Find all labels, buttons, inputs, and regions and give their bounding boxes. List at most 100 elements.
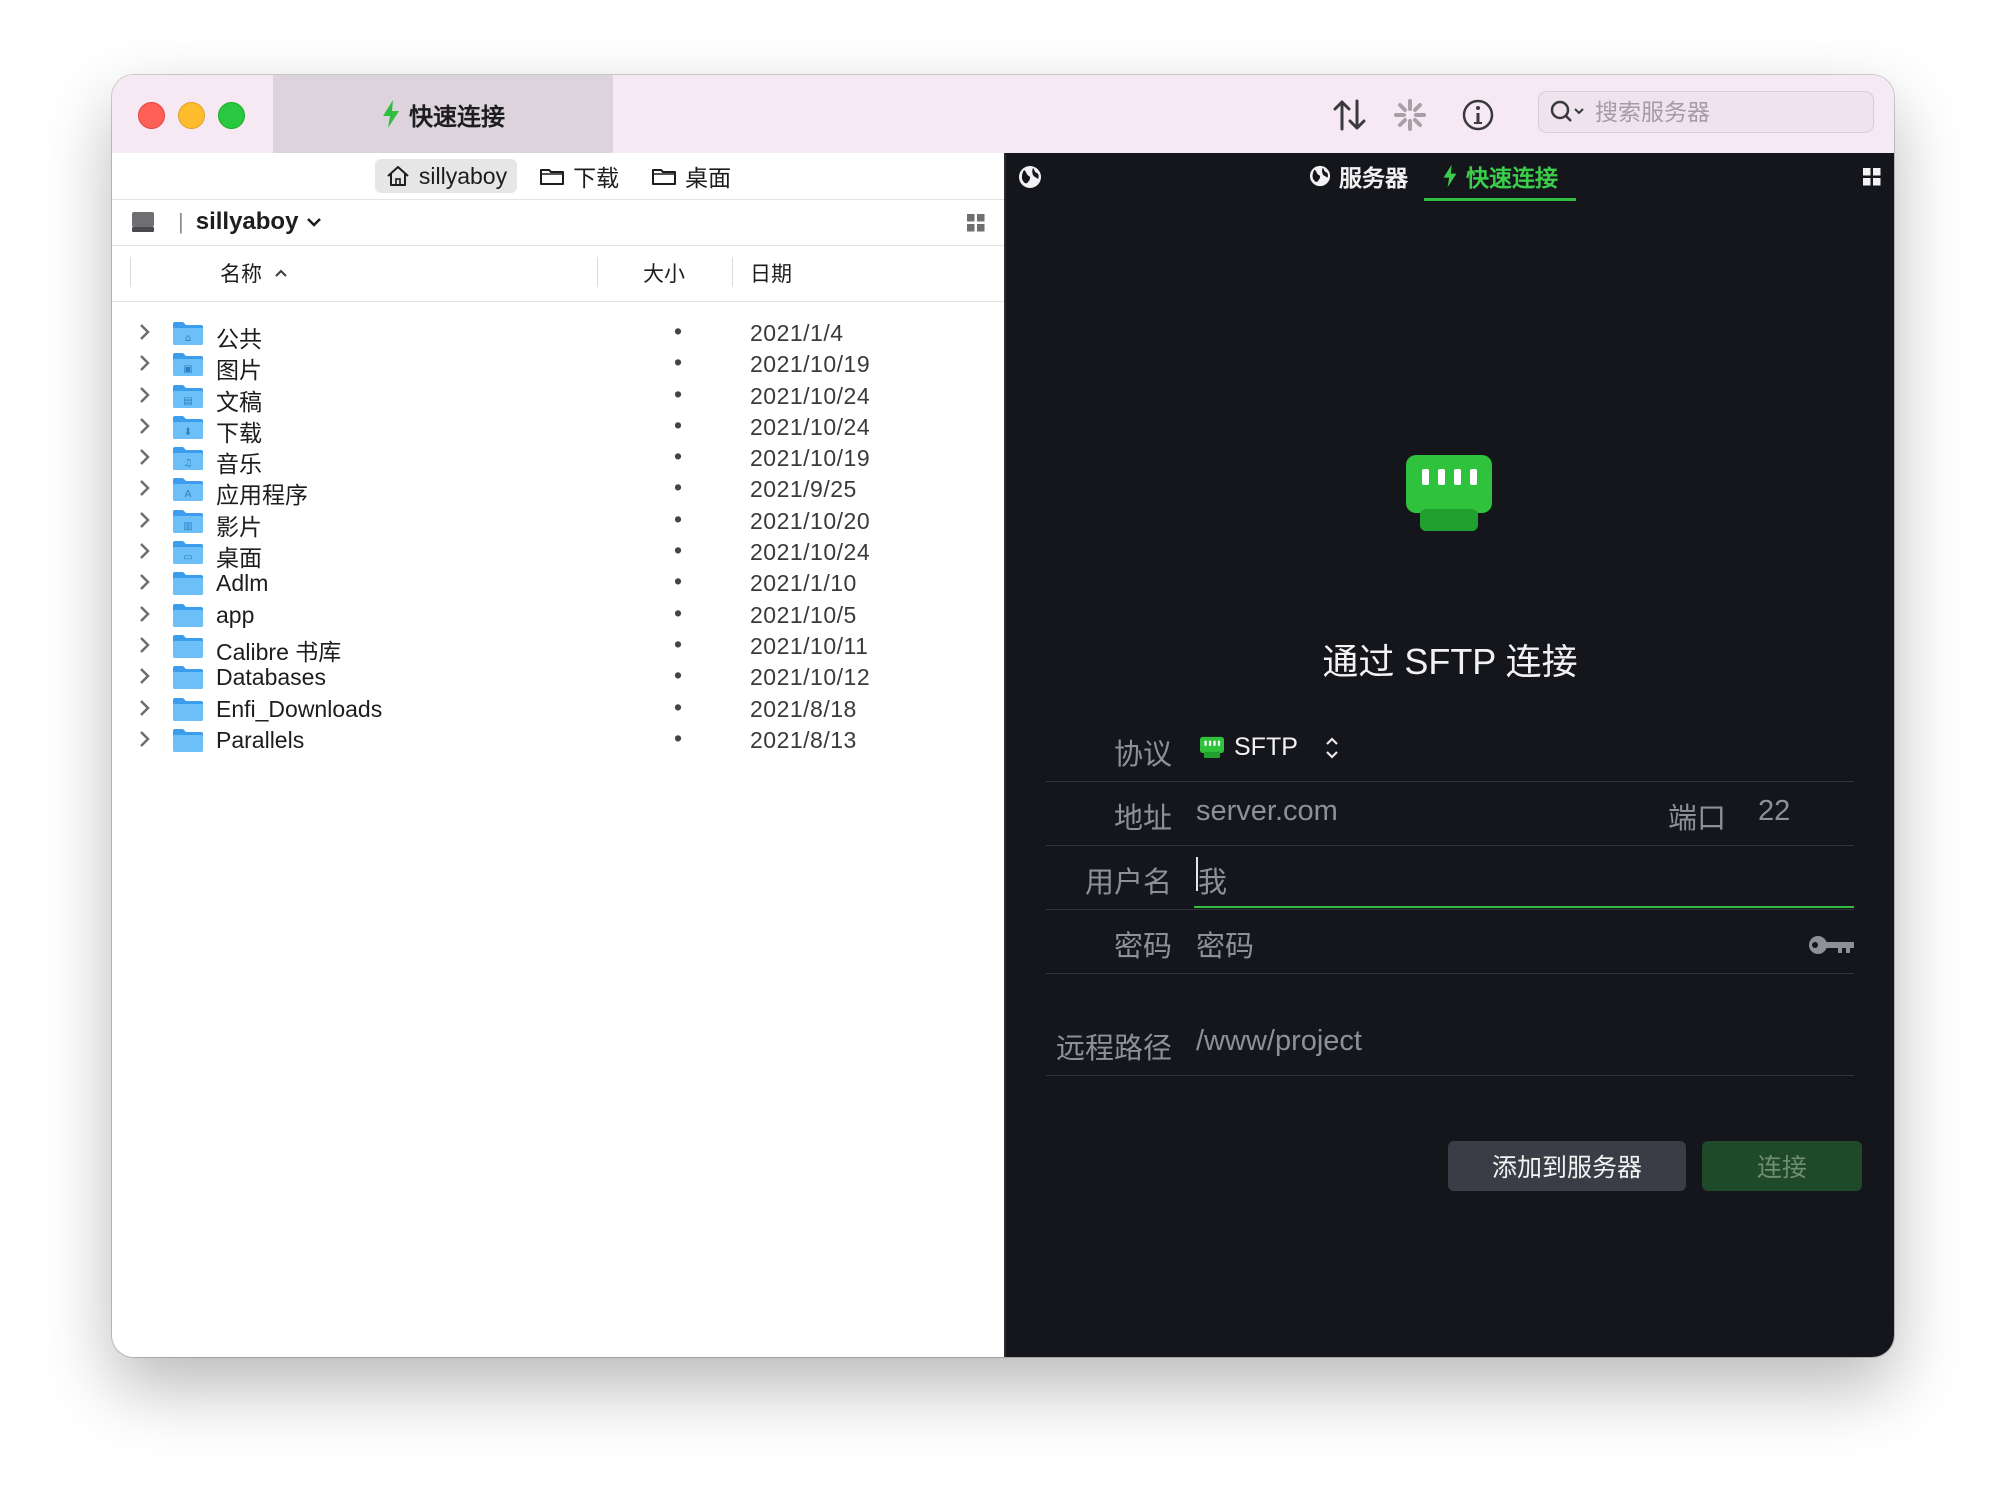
- chevron-right-icon[interactable]: [138, 415, 152, 437]
- svg-text:⬇: ⬇: [184, 427, 192, 438]
- chevron-right-icon[interactable]: [138, 321, 152, 343]
- tab-quick-connect-right[interactable]: 快速连接: [1424, 153, 1576, 201]
- username-row: 用户名 我: [1046, 845, 1854, 910]
- username-input[interactable]: 我: [1194, 845, 1854, 908]
- globe-icon[interactable]: [1018, 165, 1042, 189]
- folder-icon: ▤: [173, 384, 203, 408]
- folder-icon: [173, 666, 203, 690]
- column-separator: [732, 257, 733, 287]
- chevron-right-icon[interactable]: [138, 571, 152, 593]
- svg-text:▥: ▥: [183, 521, 192, 532]
- chevron-right-icon[interactable]: [138, 697, 152, 719]
- home-icon: [387, 166, 409, 186]
- folder-icon: ▭: [173, 541, 203, 565]
- remote-path-row: 远程路径 /www/project: [1046, 993, 1854, 1076]
- protocol-select[interactable]: SFTP: [1200, 733, 1340, 762]
- file-row[interactable]: Enfi_Downloads • 2021/8/18: [112, 689, 1004, 722]
- breadcrumb-desktop[interactable]: 桌面: [641, 159, 741, 193]
- svg-text:▣: ▣: [183, 364, 192, 375]
- tab-servers[interactable]: 服务器: [1309, 153, 1408, 199]
- column-date[interactable]: 日期: [750, 245, 792, 301]
- zoom-window-button[interactable]: [218, 102, 245, 129]
- file-row[interactable]: Adlm • 2021/1/10: [112, 563, 1004, 597]
- column-separator: [597, 257, 598, 287]
- file-row[interactable]: A 应用程序 • 2021/9/25: [112, 469, 1004, 508]
- server-search[interactable]: [1538, 91, 1874, 133]
- folder-icon: ⌂: [173, 322, 203, 345]
- file-row[interactable]: ♫ 音乐 • 2021/10/19: [112, 438, 1004, 477]
- file-row[interactable]: Parallels • 2021/8/13: [112, 720, 1004, 753]
- address-input[interactable]: server.com: [1196, 795, 1338, 828]
- file-row[interactable]: ⬇ 下载 • 2021/10/24: [112, 407, 1004, 446]
- address-label: 地址: [1113, 803, 1172, 835]
- chevron-right-icon[interactable]: [138, 728, 152, 750]
- lightning-icon: [1443, 164, 1457, 187]
- folder-icon: [652, 169, 677, 185]
- file-name: Enfi_Downloads: [216, 695, 383, 722]
- file-size: •: [674, 630, 683, 657]
- file-date: 2021/8/18: [750, 695, 857, 722]
- file-date: 2021/9/25: [750, 476, 857, 503]
- connect-button[interactable]: 连接: [1702, 1141, 1862, 1191]
- file-row[interactable]: ▤ 文稿 • 2021/10/24: [112, 376, 1004, 415]
- close-window-button[interactable]: [138, 102, 165, 129]
- chevron-right-icon[interactable]: [138, 665, 152, 687]
- breadcrumb-label: sillyaboy: [418, 162, 508, 189]
- transfer-icon[interactable]: [1330, 95, 1370, 135]
- protocol-value: SFTP: [1234, 733, 1298, 761]
- chevron-right-icon[interactable]: [138, 446, 152, 468]
- grid-view-icon[interactable]: [967, 214, 985, 232]
- key-icon[interactable]: [1808, 933, 1856, 957]
- file-row[interactable]: ▭ 桌面 • 2021/10/24: [112, 532, 1004, 571]
- tab-quick-connect[interactable]: 快速连接: [273, 75, 613, 153]
- svg-text:⌂: ⌂: [185, 333, 191, 344]
- folder-icon: [540, 169, 565, 185]
- file-size: •: [674, 568, 683, 595]
- chevron-down-icon: [307, 218, 322, 227]
- tab-servers-label: 服务器: [1339, 165, 1408, 191]
- chevron-right-icon[interactable]: [138, 540, 152, 562]
- file-date: 2021/1/10: [750, 570, 857, 597]
- file-size: •: [674, 380, 683, 407]
- chevron-right-icon[interactable]: [138, 384, 152, 406]
- breadcrumb-home[interactable]: sillyaboy: [374, 159, 518, 193]
- file-size: •: [674, 537, 683, 564]
- port-label: 端口: [1668, 803, 1727, 835]
- port-input[interactable]: 22: [1758, 795, 1790, 828]
- activity-spinner-icon[interactable]: [1390, 95, 1430, 135]
- username-label: 用户名: [1084, 867, 1172, 899]
- chevron-right-icon[interactable]: [138, 352, 152, 374]
- svg-text:A: A: [185, 489, 192, 500]
- column-size-label: 大小: [643, 263, 685, 286]
- svg-text:♫: ♫: [184, 458, 193, 469]
- file-row[interactable]: app • 2021/10/5: [112, 595, 1004, 628]
- grid-view-icon[interactable]: [1863, 168, 1881, 186]
- info-icon[interactable]: [1458, 95, 1498, 135]
- add-to-servers-button[interactable]: 添加到服务器: [1448, 1141, 1686, 1191]
- address-row: 地址 server.com 端口 22: [1046, 781, 1854, 846]
- file-date: 2021/10/19: [750, 445, 871, 472]
- file-name: Databases: [216, 664, 326, 691]
- chevron-right-icon[interactable]: [138, 634, 152, 656]
- column-size[interactable]: 大小: [643, 245, 685, 301]
- minimize-window-button[interactable]: [178, 102, 205, 129]
- breadcrumb-downloads[interactable]: 下载: [529, 159, 629, 193]
- search-input[interactable]: [1593, 97, 1857, 127]
- remote-path-input[interactable]: /www/project: [1196, 1025, 1362, 1058]
- file-row[interactable]: Calibre 书库 • 2021/10/11: [112, 626, 1004, 665]
- file-row[interactable]: ▥ 影片 • 2021/10/20: [112, 501, 1004, 540]
- column-separator: [130, 257, 131, 287]
- column-name[interactable]: 名称: [220, 245, 288, 301]
- location-dropdown[interactable]: sillyaboy: [196, 208, 323, 236]
- file-row[interactable]: ⌂ 公共 • 2021/1/4: [112, 313, 1004, 352]
- globe-icon: [1309, 165, 1331, 187]
- file-row[interactable]: ▣ 图片 • 2021/10/19: [112, 344, 1004, 383]
- file-size: •: [674, 474, 683, 501]
- chevron-right-icon[interactable]: [138, 603, 152, 625]
- file-size: •: [674, 724, 683, 751]
- username-placeholder: 我: [1198, 867, 1228, 899]
- chevron-right-icon[interactable]: [138, 509, 152, 531]
- file-row[interactable]: Databases • 2021/10/12: [112, 657, 1004, 691]
- chevron-right-icon[interactable]: [138, 477, 152, 499]
- password-input[interactable]: 密码: [1196, 923, 1254, 965]
